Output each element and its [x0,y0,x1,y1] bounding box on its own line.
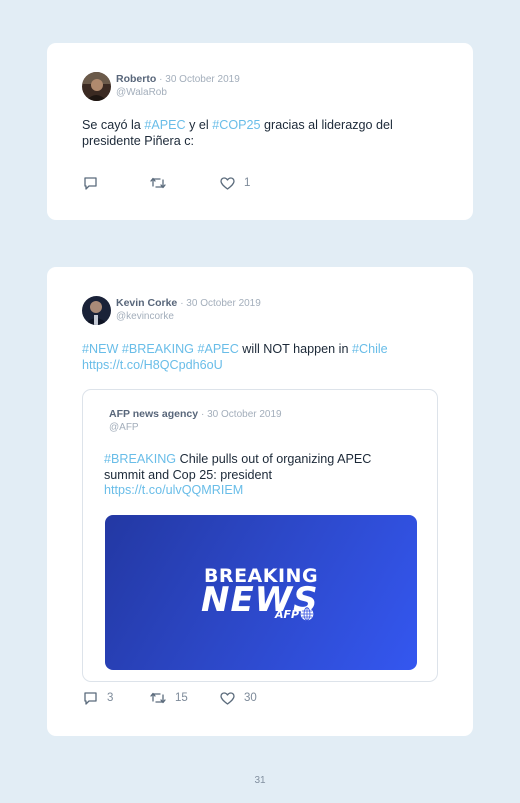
reply-count: 3 [107,692,114,704]
quoted-tweet-date: · 30 October 2019 [201,409,282,420]
tweet-text: Se cayó la #APEC y el #COP25 gracias al … [82,118,442,149]
tweet-header: Kevin Corke · 30 October 2019 @kevincork… [82,296,261,325]
tweet-actions: 3 15 30 [83,691,257,705]
tweet-text: #NEW #BREAKING #APEC will NOT happen in … [82,342,442,373]
hashtag-link[interactable]: #APEC [144,118,185,132]
hashtag-link[interactable]: #APEC [197,342,238,356]
media-image[interactable]: BREAKING NEWS AFP [105,515,417,670]
hashtag-link[interactable]: #NEW [82,342,118,356]
tweet-date: · 30 October 2019 [180,298,261,309]
quoted-tweet-text: #BREAKING Chile pulls out of organizing … [104,452,404,499]
retweet-icon [150,692,166,704]
text-segment: Se cayó la [82,118,145,132]
author-name[interactable]: Kevin Corke [116,297,177,309]
hashtag-link[interactable]: #Chile [352,342,388,356]
quoted-author-name[interactable]: AFP news agency [109,408,198,420]
globe-icon [300,607,314,621]
author-handle[interactable]: @kevincorke [116,310,261,323]
tweet-card: Kevin Corke · 30 October 2019 @kevincork… [47,267,473,736]
avatar[interactable] [82,72,111,101]
author-handle[interactable]: @WalaRob [116,86,240,99]
url-link[interactable]: https://t.co/ulvQQMRIEM [104,483,243,497]
tweet-date: · 30 October 2019 [159,74,240,85]
like-count: 30 [244,692,257,704]
reply-button[interactable] [83,176,150,190]
text-segment: will NOT happen in [238,342,352,356]
reply-icon [84,177,97,190]
page-number: 31 [254,775,266,786]
afp-logo: AFP [275,607,314,621]
tweet-card: Roberto · 30 October 2019 @WalaRob Se ca… [47,43,473,220]
quoted-author-handle[interactable]: @AFP [109,421,282,434]
avatar[interactable] [82,296,111,325]
author-name[interactable]: Roberto [116,73,156,85]
hashtag-link[interactable]: #BREAKING [122,342,194,356]
reply-icon [84,692,97,705]
like-icon [220,176,235,190]
like-button[interactable]: 30 [220,691,257,705]
url-link[interactable]: https://t.co/H8QCpdh6oU [82,358,223,372]
like-button[interactable]: 1 [220,176,251,190]
retweet-button[interactable] [150,176,220,190]
afp-logo-text: AFP [275,607,300,621]
text-segment: y el [185,118,213,132]
retweet-button[interactable]: 15 [150,691,220,705]
retweet-count: 15 [175,692,188,704]
tweet-header: Roberto · 30 October 2019 @WalaRob [82,72,240,101]
quoted-tweet-header: AFP news agency · 30 October 2019 @AFP [109,407,282,434]
hashtag-link[interactable]: #BREAKING [104,452,176,466]
hashtag-link[interactable]: #COP25 [212,118,260,132]
quoted-tweet[interactable]: AFP news agency · 30 October 2019 @AFP #… [82,389,438,682]
reply-button[interactable]: 3 [83,691,150,705]
like-count: 1 [244,177,251,189]
retweet-icon [150,177,166,189]
like-icon [220,691,235,705]
tweet-actions: 1 [83,176,250,190]
